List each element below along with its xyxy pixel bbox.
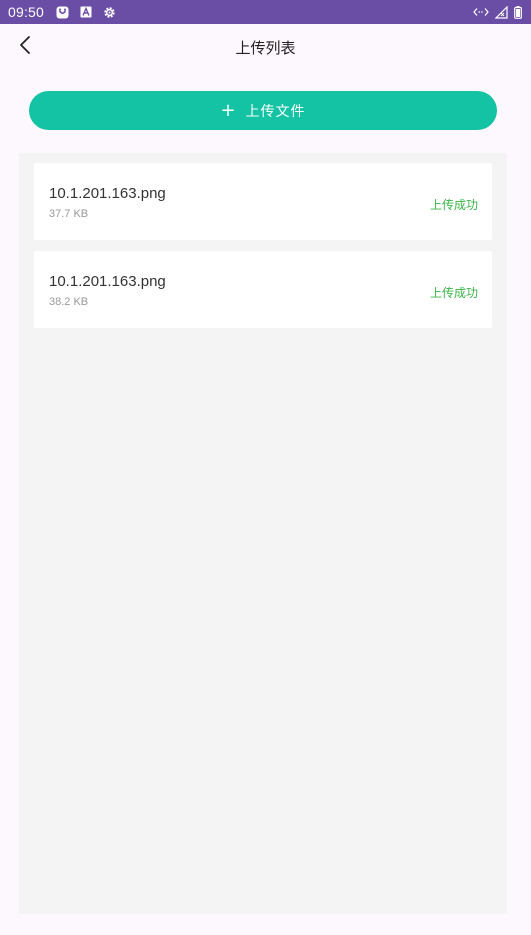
status-left-icons bbox=[56, 6, 116, 19]
status-right-icons bbox=[473, 5, 522, 19]
a-icon bbox=[80, 6, 92, 18]
page-title: 上传列表 bbox=[235, 39, 296, 57]
file-name: 10.1.201.163.png bbox=[49, 185, 166, 202]
battery-icon bbox=[514, 5, 522, 19]
data-arrows-icon bbox=[473, 7, 489, 17]
status-time: 09:50 bbox=[8, 4, 45, 20]
status-bar: 09:50 bbox=[0, 0, 531, 24]
file-size: 37.7 KB bbox=[49, 208, 89, 220]
file-size: 38.2 KB bbox=[49, 296, 89, 308]
file-list-item[interactable]: 10.1.201.163.png 37.7 KB 上传成功 bbox=[34, 163, 492, 240]
signal-icon bbox=[495, 5, 508, 19]
plus-icon: + bbox=[220, 99, 236, 121]
upload-file-button[interactable]: + 上传文件 bbox=[29, 91, 497, 130]
upload-status: 上传成功 bbox=[429, 198, 478, 212]
file-name: 10.1.201.163.png bbox=[49, 273, 166, 290]
settings-icon bbox=[103, 6, 116, 19]
upload-status: 上传成功 bbox=[429, 286, 478, 300]
notification-icon bbox=[56, 6, 69, 19]
upload-file-list[interactable]: 10.1.201.163.png 37.7 KB 上传成功 10.1.201.1… bbox=[19, 153, 507, 914]
upload-file-label: 上传文件 bbox=[245, 103, 306, 120]
app-bar: 上传列表 bbox=[0, 24, 531, 70]
file-list-item[interactable]: 10.1.201.163.png 38.2 KB 上传成功 bbox=[34, 251, 492, 328]
